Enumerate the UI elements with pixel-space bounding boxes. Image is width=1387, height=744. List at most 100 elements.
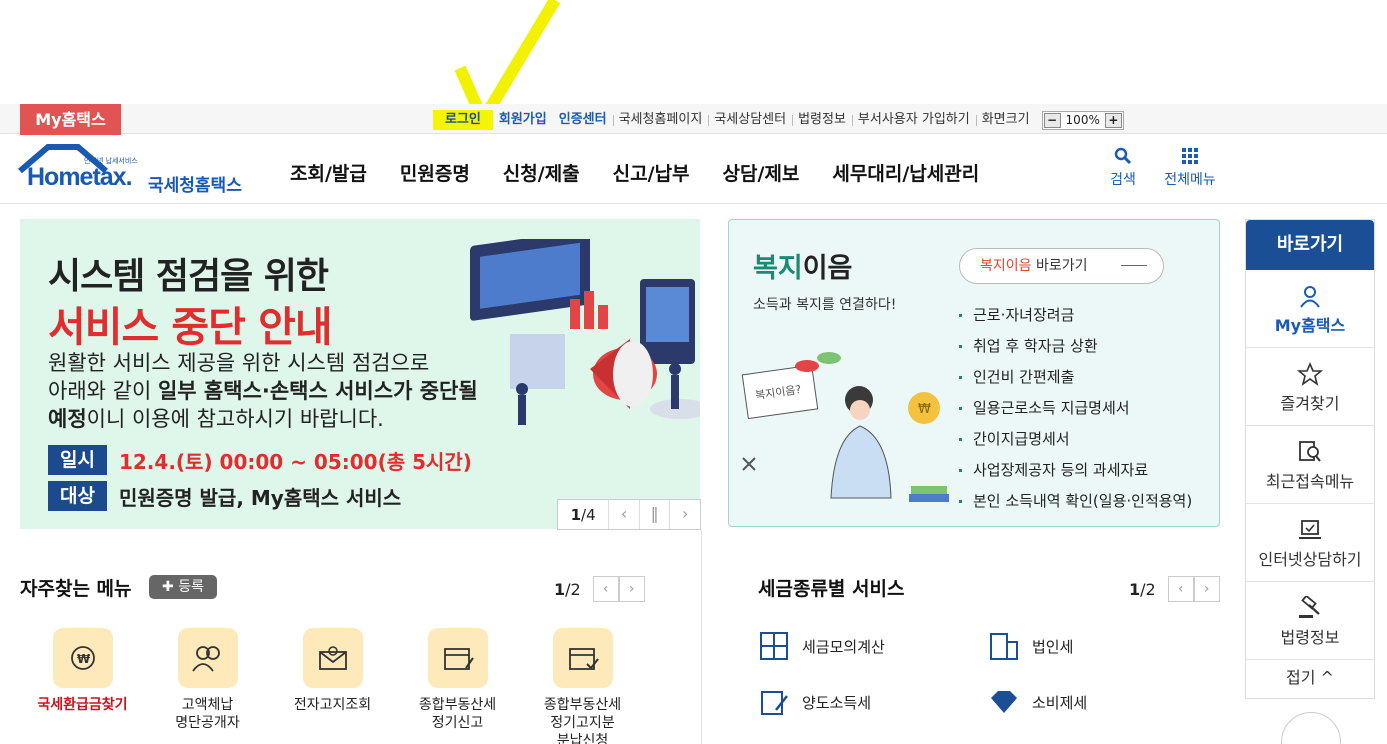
tax-pager: 1/2 ‹ › — [1129, 576, 1220, 602]
quick-my-hometax[interactable]: My홈택스 — [1246, 270, 1374, 348]
quick-recent-menu[interactable]: 최근접속메뉴 — [1246, 426, 1374, 504]
frequent-item-delinquent[interactable]: 고액체납 명단공개자 — [145, 628, 270, 744]
frequent-prev-button[interactable]: ‹ — [592, 576, 619, 602]
my-hometax-tab[interactable]: My홈택스 — [20, 104, 121, 135]
welfare-go-text: 바로가기 — [1031, 258, 1088, 274]
welfare-go-red: 복지이음 — [980, 258, 1032, 274]
login-link[interactable]: 로그인 — [433, 110, 493, 130]
banner-prev-button[interactable]: ‹ — [608, 500, 639, 529]
welfare-link[interactable]: 간이지급명세서 — [957, 424, 1192, 455]
welfare-link[interactable]: 본인 소득내역 확인(일용·인적용역) — [957, 486, 1192, 517]
refund-icon: ₩ — [52, 628, 113, 688]
banner-desc-line: 아래와 같이 일부 홈택스·손택스 서비스가 중단될 — [48, 377, 508, 405]
zoom-in-button[interactable]: + — [1104, 112, 1122, 128]
frequent-item-property-tax-installment[interactable]: 종합부동산세 정기고지분 분납신청 — [520, 628, 645, 744]
consult-center-link[interactable]: 국세상담센터 — [708, 110, 792, 130]
nav-application[interactable]: 신청/제출 — [503, 159, 580, 186]
welfare-link[interactable]: 일용근로소득 지급명세서 — [957, 393, 1192, 424]
cert-center-link[interactable]: 인증센터 — [553, 110, 613, 130]
calculator-icon — [760, 632, 788, 660]
register-button[interactable]: ✚ 등록 — [149, 575, 217, 599]
welfare-link[interactable]: 인건비 간편제출 — [957, 362, 1192, 393]
banner-next-button[interactable]: › — [669, 500, 700, 529]
zoom-control: − 100% + — [1041, 110, 1124, 130]
welfare-link[interactable]: 취업 후 학자금 상환 — [957, 331, 1192, 362]
building-icon — [990, 633, 1018, 660]
all-menu-button[interactable]: 전체메뉴 — [1158, 147, 1222, 189]
tax-item-capital-gains[interactable]: 양도소득세 — [758, 686, 871, 718]
scroll-top-button[interactable] — [1281, 712, 1341, 744]
banner-pager: 1/4 ‹ ‖ › — [557, 499, 701, 530]
woman-illustration-icon: 복지이음? ₩ — [741, 352, 949, 502]
tax-page-count: 1/2 — [1129, 579, 1156, 599]
tax-item-simulation[interactable]: 세금모의계산 — [758, 630, 885, 662]
main-nav: 조회/발급 민원증명 신청/제출 신고/납부 상담/제보 세무대리/납세관리 — [290, 159, 1012, 186]
tax-prev-button[interactable]: ‹ — [1167, 576, 1194, 602]
banner-headline: 서비스 중단 안내 — [48, 303, 333, 351]
quick-online-consult[interactable]: 인터넷상담하기 — [1246, 504, 1374, 582]
nav-filing[interactable]: 신고/납부 — [613, 159, 690, 186]
quick-favorites[interactable]: 즐겨찾기 — [1246, 348, 1374, 426]
frequent-page-count: 1/2 — [554, 579, 581, 599]
date-tag: 일시 — [48, 445, 107, 475]
banner-desc-bold: 예정 — [48, 407, 87, 431]
tax-next-button[interactable]: › — [1193, 576, 1220, 602]
hometax-logo[interactable]: 인터넷 납세서비스 Hometax. 국세청홈택스 — [18, 143, 248, 198]
dept-user-signup-link[interactable]: 부서사용자 가입하기 — [851, 110, 976, 130]
date-value: 12.4.(토) 00:00 ~ 05:00(총 5시간) — [118, 449, 472, 474]
target-tag: 대상 — [48, 481, 107, 511]
frequent-menu-list: ₩ 국세환급금찾기 고액체납 명단공개자 전자고지조회 종합부동산세 정기신고 — [20, 628, 645, 744]
banner-target-row: 대상 민원증명 발급, My홈택스 서비스 — [48, 481, 401, 511]
svg-text:₩: ₩ — [918, 402, 931, 417]
nav-consulting[interactable]: 상담/제보 — [723, 159, 800, 186]
section-divider — [701, 530, 702, 744]
star-icon — [1297, 362, 1323, 386]
welfare-link[interactable]: 사업장제공자 등의 과세자료 — [957, 455, 1192, 486]
nts-homepage-link[interactable]: 국세청홈페이지 — [612, 110, 709, 130]
zoom-value: 100% — [1065, 113, 1100, 127]
banner-desc-text: 이니 이용에 참고하시기 바랍니다. — [86, 407, 384, 431]
welfare-panel: 복지이음 소득과 복지를 연결하다! 복지이음 바로가기 근로·자녀장려금 취업… — [728, 219, 1220, 527]
tax-item-corporate[interactable]: 법인세 — [988, 630, 1073, 662]
quick-law-info[interactable]: 법령정보 — [1246, 582, 1374, 660]
nav-certificate[interactable]: 민원증명 — [400, 159, 470, 186]
quick-menu: 바로가기 My홈택스 즐겨찾기 최근접속메뉴 인터넷상담하기 법령정보 접기 ^ — [1245, 219, 1375, 699]
logo-brand: Hometax. — [27, 163, 133, 191]
banner-desc-text: 아래와 같이 — [48, 379, 158, 403]
nav-tax-agent[interactable]: 세무대리/납세관리 — [832, 159, 979, 186]
laptop-check-icon — [1299, 520, 1321, 539]
frequent-item-e-notice[interactable]: 전자고지조회 — [270, 628, 395, 744]
nav-inquiry[interactable]: 조회/발급 — [290, 159, 367, 186]
search-button[interactable]: 검색 — [1104, 147, 1142, 189]
banner-date-row: 일시 12.4.(토) 00:00 ~ 05:00(총 5시간) — [48, 445, 472, 475]
law-info-link[interactable]: 법령정보 — [792, 110, 852, 130]
welfare-subtitle: 소득과 복지를 연결하다! — [753, 297, 897, 313]
banner-title: 시스템 점검을 위한 — [48, 256, 329, 297]
frequent-item-property-tax-filing[interactable]: 종합부동산세 정기신고 — [395, 628, 520, 744]
notice-banner[interactable]: 시스템 점검을 위한 서비스 중단 안내 원활한 서비스 제공을 위한 시스템 … — [20, 219, 700, 529]
document-search-icon — [1299, 441, 1321, 462]
welfare-go-button[interactable]: 복지이음 바로가기 — [959, 248, 1164, 284]
signup-link[interactable]: 회원가입 — [493, 110, 553, 130]
screen-size-label: 화면크기 — [975, 110, 1036, 130]
frequent-next-button[interactable]: › — [618, 576, 645, 602]
tax-item-consumption[interactable]: 소비제세 — [988, 686, 1087, 718]
quick-fold-button[interactable]: 접기 ^ — [1246, 660, 1374, 696]
banner-desc-bold: 일부 홈택스·손택스 서비스가 중단될 — [157, 379, 478, 403]
hometax-page: My홈택스 로그인 회원가입 인증센터 국세청홈페이지 국세상담센터 법령정보 … — [0, 0, 1387, 744]
search-icon — [1114, 147, 1132, 165]
logo-korean: 국세청홈택스 — [148, 176, 242, 196]
zoom-out-button[interactable]: − — [1043, 112, 1061, 128]
document-pen-icon — [761, 691, 788, 715]
welfare-title: 복지이음 — [753, 253, 853, 284]
frequent-pager: 1/2 ‹ › — [554, 576, 645, 602]
calendar-edit-icon — [427, 628, 488, 688]
grid-menu-icon — [1182, 148, 1198, 164]
banner-pause-button[interactable]: ‖ — [638, 500, 670, 529]
frequent-item-refund[interactable]: ₩ 국세환급금찾기 — [20, 628, 145, 744]
gavel-icon — [1299, 596, 1320, 618]
welfare-link[interactable]: 근로·자녀장려금 — [957, 300, 1192, 331]
search-label: 검색 — [1110, 172, 1136, 188]
arrow-right-icon — [1121, 265, 1147, 266]
plus-icon: ✚ — [162, 579, 179, 595]
